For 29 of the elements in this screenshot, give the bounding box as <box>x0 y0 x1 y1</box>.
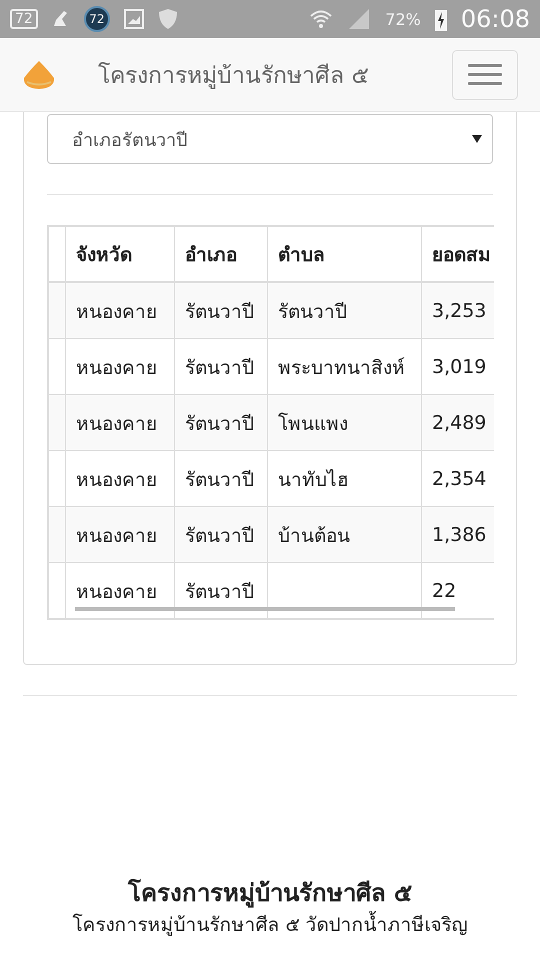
table-cell: รัตนวาปี <box>174 282 268 338</box>
table-cell: บ้านต้อน <box>268 506 422 562</box>
scrollbar[interactable] <box>75 607 455 611</box>
table-cell: โพนแพง <box>268 394 422 450</box>
site-title[interactable]: โครงการหมู่บ้านรักษาศีล ๕ <box>56 56 452 92</box>
table-cell: หนองคาย <box>66 282 174 338</box>
table-cell: รัตนวาปี <box>268 282 422 338</box>
dropdown-caret-icon <box>472 135 482 143</box>
table-cell: หนองคาย <box>66 394 174 450</box>
menu-button[interactable] <box>452 50 518 100</box>
table-cell: หนองคาย <box>66 506 174 562</box>
notification-badge: 72 <box>84 6 110 32</box>
table-cell: 2,489 <box>422 394 494 450</box>
clock: 06:08 <box>460 5 530 33</box>
table-cell: รัตนวาปี <box>174 506 268 562</box>
table-cell: 3,253 <box>422 282 494 338</box>
table-cell: รัตนวาปี <box>174 394 268 450</box>
wifi-icon <box>309 8 334 30</box>
footer-title: โครงการหมู่บ้านรักษาศีล ๕ <box>128 878 412 910</box>
district-dropdown[interactable]: อำเภอรัตนวาปี <box>47 114 493 164</box>
logo-icon <box>22 60 56 90</box>
image-icon <box>124 9 144 29</box>
shield-icon <box>158 8 178 30</box>
signal-icon <box>347 8 372 30</box>
battery-badge: 72 <box>10 9 38 29</box>
footer-subtitle: โครงการหมู่บ้านรักษาศีล ๕ วัดปากน้ำภาษีเจริญ <box>72 913 468 938</box>
battery-charging-icon <box>434 7 447 31</box>
battery-percent: 72% <box>385 10 421 28</box>
table-cell: 1,386 <box>422 506 494 562</box>
